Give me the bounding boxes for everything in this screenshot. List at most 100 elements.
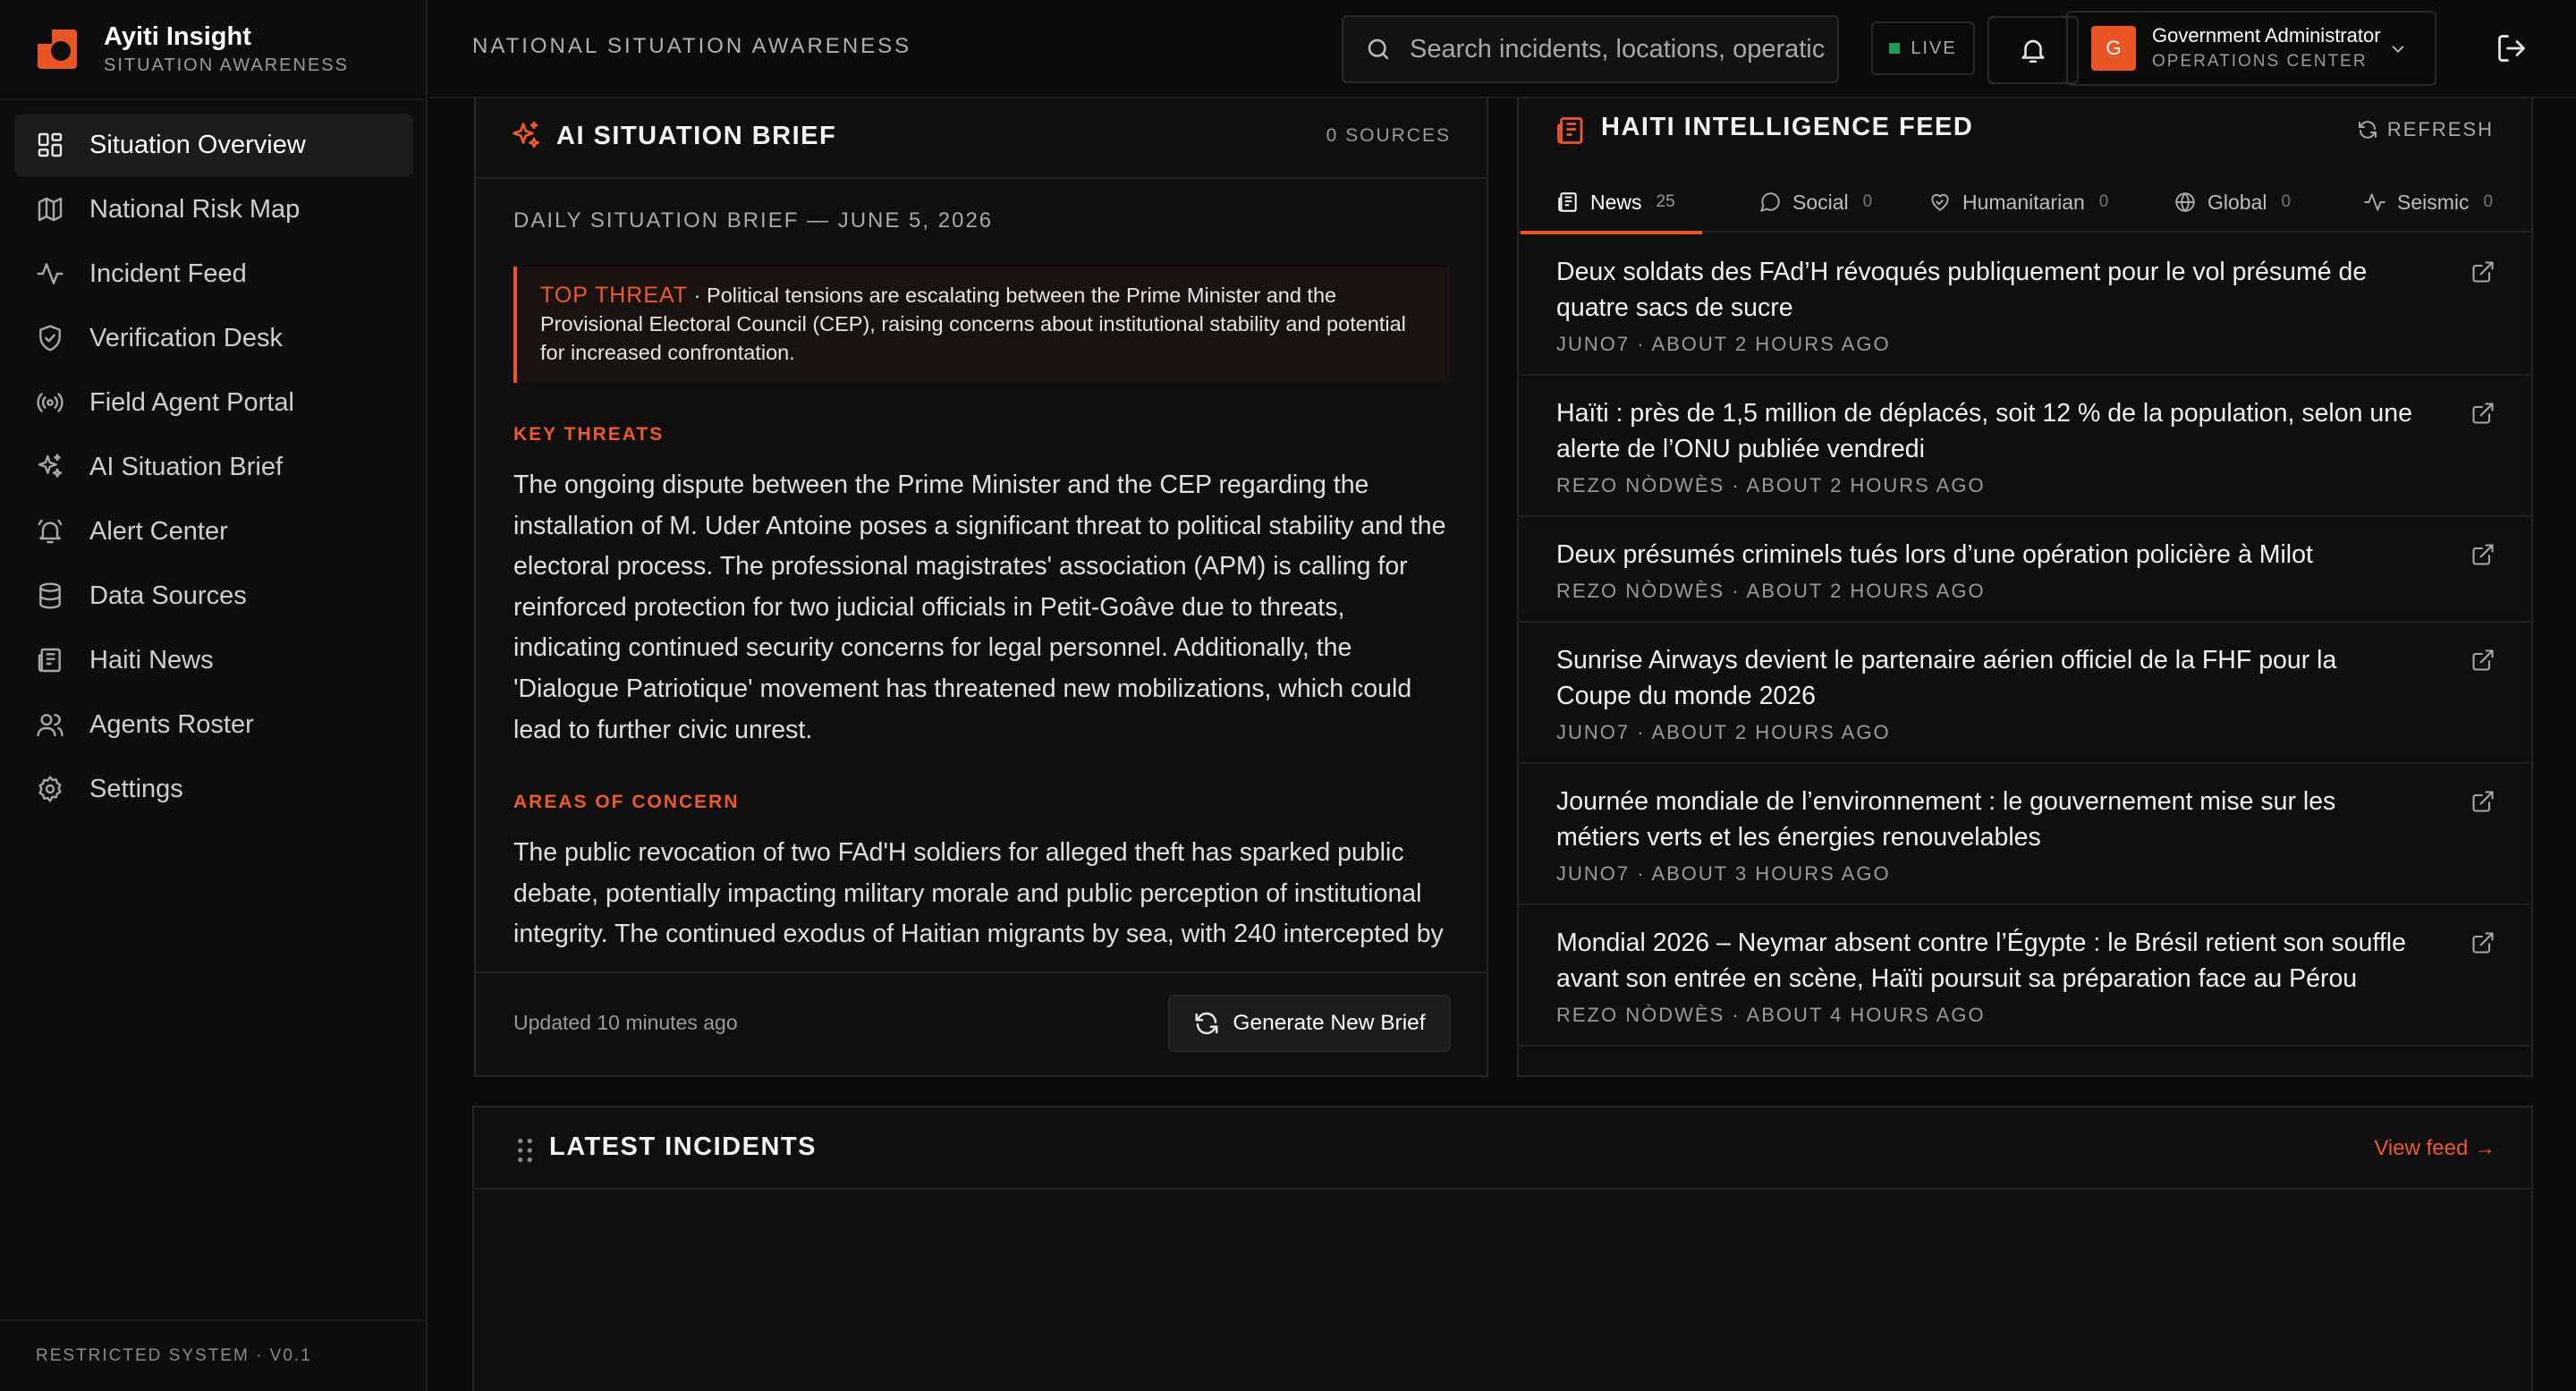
brief-body[interactable]: DAILY SITUATION BRIEF — JUNE 5, 2026 TOP…: [513, 209, 1451, 963]
tab-label: Seismic: [2397, 190, 2470, 214]
sidebar-item-settings[interactable]: Settings: [14, 758, 413, 820]
brand-title: Ayiti Insight: [104, 22, 251, 51]
brief-sources: 0 SOURCES: [1326, 125, 1451, 146]
search-input[interactable]: [1410, 34, 1830, 64]
sidebar-item-data-sources[interactable]: Data Sources: [14, 564, 413, 627]
feed-item-title: Journée mondiale de l’environnement : le…: [1556, 787, 2336, 852]
feed-item[interactable]: Journée mondiale de l’environnement : le…: [1519, 764, 2531, 905]
brand-subtitle: SITUATION AWARENESS: [104, 55, 349, 75]
newspaper-icon: [1557, 117, 1583, 144]
feed-title: HAITI INTELLIGENCE FEED: [1601, 113, 1974, 141]
sidebar-item-label: Data Sources: [89, 581, 247, 610]
brief-footer: Updated 10 minutes ago Generate New Brie…: [476, 971, 1487, 1075]
top-threat-label: TOP THREAT: [540, 283, 689, 308]
feed-item[interactable]: Deux présumés criminels tués lors d’une …: [1519, 517, 2531, 623]
sidebar-item-label: Verification Desk: [89, 323, 283, 352]
tab-social[interactable]: Social 0: [1758, 172, 1872, 233]
feed-tabs: News 25 Social 0 Humanitarian 0 Global 0…: [1519, 172, 2531, 234]
sidebar-item-verification-desk[interactable]: Verification Desk: [14, 307, 413, 369]
sidebar-footer: RESTRICTED SYSTEM · V0.1: [0, 1319, 428, 1391]
feed-item[interactable]: Mondial 2026 – Neymar absent contre l’Ég…: [1519, 905, 2531, 1047]
refresh-icon: [1195, 1012, 1218, 1035]
tab-global[interactable]: Global 0: [2174, 172, 2291, 233]
brief-header: AI SITUATION BRIEF 0 SOURCES: [476, 98, 1487, 179]
feed-item[interactable]: Deux soldats des FAd’H révoqués publique…: [1519, 234, 2531, 376]
external-link-icon[interactable]: [2470, 401, 2496, 426]
sidebar-item-field-agent-portal[interactable]: Field Agent Portal: [14, 371, 413, 434]
database-icon: [39, 582, 61, 609]
tab-news[interactable]: News 25: [1521, 172, 1702, 234]
tab-count: 0: [2483, 192, 2494, 211]
globe-icon: [2175, 191, 2195, 213]
tab-count: 25: [1656, 192, 1675, 211]
sidebar-item-agents-roster[interactable]: Agents Roster: [14, 693, 413, 756]
feed-refresh-button[interactable]: REFRESH: [2357, 118, 2494, 141]
users-icon: [37, 714, 64, 737]
sidebar-item-situation-overview[interactable]: Situation Overview: [14, 114, 413, 176]
notifications-button[interactable]: [1987, 16, 2079, 84]
live-indicator: LIVE: [1871, 21, 1975, 75]
sidebar-item-alert-center[interactable]: Alert Center: [14, 500, 413, 563]
feed-item-meta: JUNO7 · ABOUT 2 HOURS AGO: [1556, 721, 1891, 743]
sidebar-item-label: Alert Center: [89, 516, 228, 546]
external-link-icon[interactable]: [2470, 542, 2496, 567]
top-bar: NATIONAL SITUATION AWARENESS LIVE G Gove…: [429, 0, 2576, 98]
sidebar-item-national-risk-map[interactable]: National Risk Map: [14, 178, 413, 241]
feed-item-meta: JUNO7 · ABOUT 2 HOURS AGO: [1556, 333, 1891, 355]
feed-header: HAITI INTELLIGENCE FEED REFRESH: [1519, 98, 2531, 172]
key-threats-text: The ongoing dispute between the Prime Mi…: [513, 471, 1446, 744]
tab-label: Global: [2207, 190, 2267, 214]
logout-icon[interactable]: [2496, 32, 2528, 64]
brand[interactable]: Ayiti Insight SITUATION AWARENESS: [36, 16, 349, 82]
drag-handle-icon[interactable]: [515, 1138, 535, 1163]
brief-date: DAILY SITUATION BRIEF — JUNE 5, 2026: [513, 209, 994, 233]
sidebar-item-label: Field Agent Portal: [89, 387, 294, 417]
feed-item[interactable]: Sunrise Airways devient le partenaire aé…: [1519, 623, 2531, 764]
activity-icon: [37, 263, 64, 284]
bell-icon: [38, 519, 63, 544]
external-link-icon[interactable]: [2470, 259, 2496, 284]
account-name: Government Administrator: [2152, 24, 2381, 47]
sidebar-item-label: Agents Roster: [89, 709, 254, 739]
account-menu[interactable]: G Government Administrator OPERATIONS CE…: [2066, 11, 2436, 86]
feed-item-title: Sunrise Airways devient le partenaire aé…: [1556, 646, 2337, 710]
tab-label: News: [1590, 190, 1642, 214]
generate-brief-label: Generate New Brief: [1233, 1011, 1426, 1035]
view-feed-link[interactable]: View feed →: [2374, 1136, 2496, 1161]
brief-title: AI SITUATION BRIEF: [556, 122, 837, 150]
ai-situation-brief-panel: AI SITUATION BRIEF 0 SOURCES DAILY SITUA…: [474, 98, 1488, 1077]
generate-brief-button[interactable]: Generate New Brief: [1168, 995, 1451, 1052]
feed-item-title: Deux présumés criminels tués lors d’une …: [1556, 540, 2313, 569]
external-link-icon[interactable]: [2470, 648, 2496, 673]
incidents-header: LATEST INCIDENTS View feed →: [474, 1107, 2531, 1190]
radio-icon: [37, 393, 64, 412]
sidebar-item-incident-feed[interactable]: Incident Feed: [14, 242, 413, 305]
areas-of-concern-heading: AREAS OF CONCERN: [513, 792, 740, 813]
feed-item-meta: REZO NÒDWÈS · ABOUT 4 HOURS AGO: [1556, 1004, 1986, 1026]
sidebar-item-haiti-news[interactable]: Haiti News: [14, 629, 413, 691]
feed-list[interactable]: Deux soldats des FAd’H révoqués publique…: [1519, 234, 2531, 1073]
newspaper-icon: [38, 648, 61, 673]
sidebar-item-ai-situation-brief[interactable]: AI Situation Brief: [14, 436, 413, 498]
chevron-down-icon: [2392, 46, 2404, 54]
grid-icon: [38, 132, 63, 157]
external-link-icon[interactable]: [2470, 930, 2496, 955]
external-link-icon[interactable]: [2470, 789, 2496, 814]
sparkles-icon: [38, 454, 63, 478]
activity-icon: [2364, 193, 2385, 211]
brand-logo-icon: [38, 30, 77, 69]
tab-count: 0: [2281, 192, 2292, 211]
feed-item[interactable]: Haïti : près de 1,5 million de déplacés,…: [1519, 376, 2531, 517]
app-root: Ayiti Insight SITUATION AWARENESS Situat…: [0, 0, 2576, 1391]
tab-humanitarian[interactable]: Humanitarian 0: [1928, 172, 2108, 233]
shield-check-icon: [39, 325, 61, 352]
sidebar-item-label: Situation Overview: [89, 130, 306, 159]
sidebar-item-label: Settings: [89, 774, 183, 803]
sidebar-nav: Situation Overview National Risk Map Inc…: [14, 114, 413, 822]
tab-seismic[interactable]: Seismic 0: [2363, 172, 2493, 233]
sparkles-icon: [513, 121, 539, 148]
account-org: OPERATIONS CENTER: [2152, 52, 2368, 71]
brand-text: Ayiti Insight SITUATION AWARENESS: [104, 21, 349, 78]
search-box[interactable]: [1342, 15, 1839, 83]
sidebar-item-label: National Risk Map: [89, 194, 301, 224]
